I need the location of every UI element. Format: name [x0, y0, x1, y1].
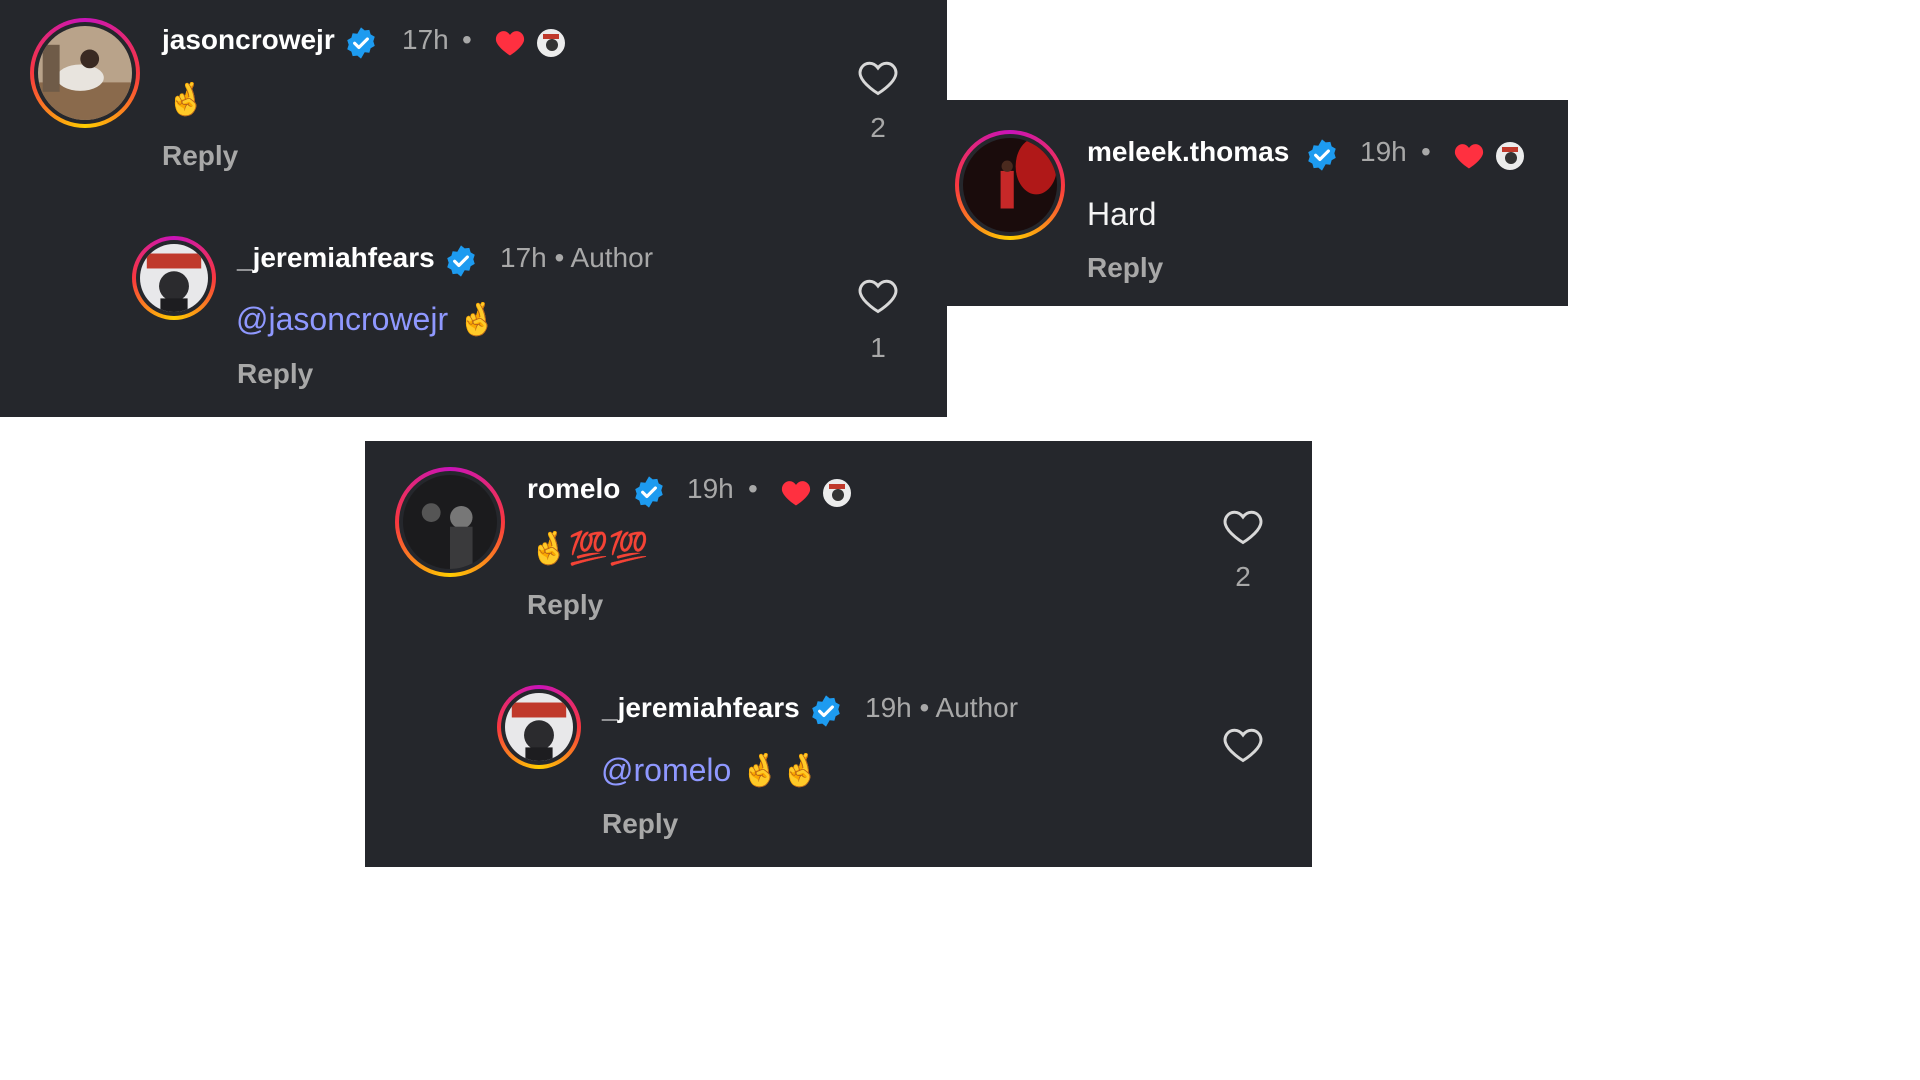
like-count: 2 [870, 112, 886, 143]
username[interactable]: jasoncrowejr [162, 24, 335, 56]
avatar-meleek-thomas[interactable] [955, 130, 1065, 240]
heart-outline-icon[interactable] [858, 278, 898, 314]
heart-outline-icon[interactable] [1223, 509, 1263, 545]
comment-thread-jasoncrowejr: jasoncrowejr 17h • 🤞 Reply 2 _jeremiahfe… [0, 0, 947, 417]
mention-link[interactable]: @romelo [601, 752, 731, 788]
reply-text: @jasoncrowejr 🤞 [236, 300, 497, 338]
verified-badge-icon [635, 476, 663, 508]
avatar-photo-icon [38, 26, 132, 120]
username[interactable]: _jeremiahfears [237, 242, 435, 274]
reply-emoji: 🤞🤞 [740, 752, 820, 788]
comment-thread-meleek: meleek.thomas 19h • Hard Reply [947, 100, 1568, 306]
avatar-photo-icon [963, 138, 1057, 232]
reply-text: @romelo 🤞🤞 [601, 751, 820, 789]
timestamp: 19h [1360, 136, 1407, 167]
reply-button[interactable]: Reply [602, 808, 678, 840]
reply-button[interactable]: Reply [237, 358, 313, 390]
timestamp-author: 17h • Author [500, 242, 654, 273]
comment-text: Hard [1087, 196, 1157, 232]
verified-badge-icon [447, 245, 475, 277]
verified-badge-icon [347, 27, 375, 59]
username[interactable]: _jeremiahfears [602, 692, 800, 724]
dot-separator: • [1421, 136, 1431, 167]
avatar-jeremiahfears[interactable] [132, 236, 216, 320]
heart-outline-icon[interactable] [1223, 727, 1263, 763]
comment-text: 🤞💯💯 [529, 530, 649, 566]
reply-button[interactable]: Reply [527, 589, 603, 621]
avatar-photo-icon [403, 475, 497, 569]
heart-outline-icon[interactable] [858, 60, 898, 96]
mention-link[interactable]: @jasoncrowejr [236, 301, 448, 337]
reply-button[interactable]: Reply [162, 140, 238, 172]
like-count: 2 [1235, 561, 1251, 592]
creator-avatar-badge-icon [535, 27, 567, 59]
avatar-romelo[interactable] [395, 467, 505, 577]
comment-text: 🤞 [166, 81, 206, 117]
verified-badge-icon [812, 695, 840, 727]
reply-button[interactable]: Reply [1087, 252, 1163, 284]
liked-by-creator-heart-icon [781, 481, 811, 506]
creator-avatar-badge-icon [1494, 140, 1526, 172]
verified-badge-icon [1308, 139, 1336, 171]
creator-avatar-badge-icon [821, 477, 853, 509]
avatar-photo-icon [140, 244, 208, 312]
timestamp: 19h [687, 473, 734, 504]
like-count: 1 [870, 332, 886, 363]
reply-emoji: 🤞 [457, 301, 497, 337]
dot-separator: • [748, 473, 758, 504]
timestamp: 17h [402, 24, 449, 55]
liked-by-creator-heart-icon [495, 31, 525, 56]
avatar-photo-icon [505, 693, 573, 761]
avatar-jasoncrowejr[interactable] [30, 18, 140, 128]
avatar-jeremiahfears[interactable] [497, 685, 581, 769]
username[interactable]: romelo [527, 473, 620, 505]
comment-thread-romelo: romelo 19h • 🤞💯💯 Reply 2 _jeremiahfears [365, 441, 1312, 867]
dot-separator: • [462, 24, 472, 55]
username[interactable]: meleek.thomas [1087, 136, 1289, 168]
liked-by-creator-heart-icon [1454, 144, 1484, 169]
timestamp-author: 19h • Author [865, 692, 1019, 723]
